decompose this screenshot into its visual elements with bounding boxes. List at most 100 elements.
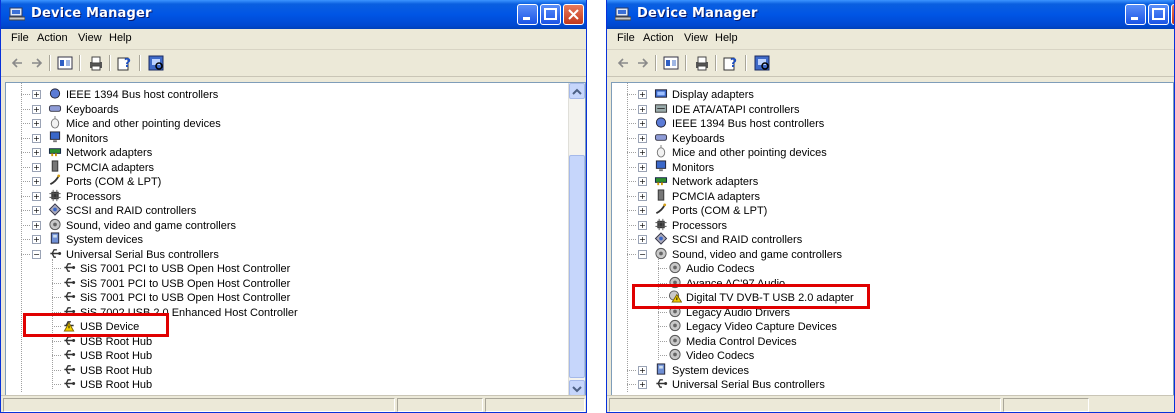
tree-label: Processors [66,190,122,203]
collapse-toggle[interactable]: − [32,249,41,259]
menu-help[interactable]: Help [109,32,132,44]
expand-toggle[interactable]: + [638,90,647,99]
tree-device[interactable]: USB Root Hub [62,363,152,377]
forward-arrow-icon[interactable] [27,54,45,72]
expand-toggle[interactable]: + [32,133,41,143]
help-icon[interactable]: ? [116,54,134,72]
scan-hardware-icon[interactable] [147,54,165,72]
print-icon[interactable] [87,54,105,72]
expand-toggle[interactable]: + [638,235,647,244]
menu-file[interactable]: File [617,32,635,44]
menu-action[interactable]: Action [37,32,68,44]
tree-device[interactable]: USB Root Hub [62,348,152,362]
menu-help[interactable]: Help [715,32,738,44]
tree-category[interactable]: Keyboards [654,131,725,145]
expand-toggle[interactable]: + [32,162,41,172]
minimize-button[interactable] [1125,4,1146,25]
print-icon[interactable] [693,54,711,72]
tree-category[interactable]: Display adapters [654,87,754,101]
tree-category[interactable]: Ports (COM & LPT) [654,203,767,217]
close-button[interactable] [563,4,584,25]
tree-category[interactable]: Processors [48,189,121,203]
tree-category[interactable]: Universal Serial Bus controllers [48,247,219,261]
tree-device[interactable]: Audio Codecs [668,261,755,275]
tree-category[interactable]: PCMCIA adapters [654,188,760,203]
expand-toggle[interactable]: + [32,206,41,215]
properties-view-icon[interactable] [662,54,680,72]
help-icon[interactable]: ? [722,54,740,72]
scroll-up-button[interactable] [569,83,585,99]
tree-category[interactable]: System devices [48,232,143,246]
tree-category[interactable]: System devices [654,362,749,377]
tree-category[interactable]: Monitors [48,130,108,145]
tree-device[interactable]: Legacy Video Capture Devices [668,319,837,333]
tree-category[interactable]: Mice and other pointing devices [654,145,827,159]
tree-category[interactable]: Monitors [654,159,714,174]
tree-category[interactable]: SCSI and RAID controllers [48,203,196,217]
close-button[interactable] [1171,4,1174,25]
tree-category[interactable]: Mice and other pointing devices [48,116,221,130]
expand-toggle[interactable]: + [638,119,647,128]
properties-view-icon[interactable] [56,54,74,72]
tree-category[interactable]: Sound, video and game controllers [654,247,842,261]
expand-toggle[interactable]: + [32,220,41,230]
tree-label: IDE ATA/ATAPI controllers [672,103,800,116]
tree-device[interactable]: Video Codecs [668,348,754,362]
expand-toggle[interactable]: + [638,148,647,157]
expand-toggle[interactable]: + [638,133,647,143]
back-arrow-icon[interactable] [615,54,633,72]
expand-toggle[interactable]: + [638,206,647,215]
title-bar[interactable]: Device Manager [1,0,586,29]
expand-toggle[interactable]: + [638,365,647,375]
scan-hardware-icon[interactable] [753,54,771,72]
tree-category[interactable]: Ports (COM & LPT) [48,174,161,188]
tree-device[interactable]: SiS 7001 PCI to USB Open Host Controller [62,290,290,304]
tree-category[interactable]: PCMCIA adapters [48,159,154,174]
tree-device[interactable]: USB Root Hub [62,377,152,391]
expand-toggle[interactable]: + [638,104,647,114]
menu-view[interactable]: View [78,32,102,44]
expand-toggle[interactable]: + [32,119,41,128]
tree-category[interactable]: Sound, video and game controllers [48,218,236,232]
expand-toggle[interactable]: + [32,191,41,201]
maximize-button[interactable] [1148,4,1169,25]
tree-device[interactable]: Media Control Devices [668,334,797,348]
tree-category[interactable]: Network adapters [48,145,152,159]
back-arrow-icon[interactable] [9,54,27,72]
tree-category[interactable]: IEEE 1394 Bus host controllers [48,87,218,101]
maximize-button[interactable] [540,4,561,25]
menu-view[interactable]: View [684,32,708,44]
collapse-toggle[interactable]: − [638,249,647,259]
scroll-thumb[interactable] [569,155,585,378]
tree-category[interactable]: IDE ATA/ATAPI controllers [654,102,800,116]
expand-toggle[interactable]: + [638,177,647,186]
title-bar[interactable]: Device Manager [607,0,1174,29]
vertical-scrollbar[interactable] [568,83,585,396]
tree-category[interactable]: Processors [654,218,727,232]
expand-toggle[interactable]: + [638,191,647,201]
tree-connector [627,369,636,371]
maximize-icon [1152,8,1165,20]
tree-category[interactable]: Network adapters [654,174,758,188]
svg-text:?: ? [730,56,737,70]
tree-category[interactable]: SCSI and RAID controllers [654,232,802,246]
expand-toggle[interactable]: + [638,380,647,389]
menu-action[interactable]: Action [643,32,674,44]
forward-arrow-icon[interactable] [633,54,651,72]
menu-file[interactable]: File [11,32,29,44]
expand-toggle[interactable]: + [638,162,647,172]
minimize-button[interactable] [517,4,538,25]
expand-toggle[interactable]: + [638,220,647,230]
tree-device[interactable]: SiS 7001 PCI to USB Open Host Controller [62,261,290,275]
tree-category[interactable]: IEEE 1394 Bus host controllers [654,116,824,130]
tree-category[interactable]: Universal Serial Bus controllers [654,377,825,391]
tree-device[interactable]: SiS 7001 PCI to USB Open Host Controller [62,276,290,290]
expand-toggle[interactable]: + [32,235,41,244]
expand-toggle[interactable]: + [32,90,41,99]
expand-toggle[interactable]: + [32,148,41,157]
status-panel [485,398,585,412]
tree-category[interactable]: Keyboards [48,102,119,116]
expand-toggle[interactable]: + [32,104,41,114]
expand-toggle[interactable]: + [32,177,41,186]
scroll-down-button[interactable] [569,380,585,396]
